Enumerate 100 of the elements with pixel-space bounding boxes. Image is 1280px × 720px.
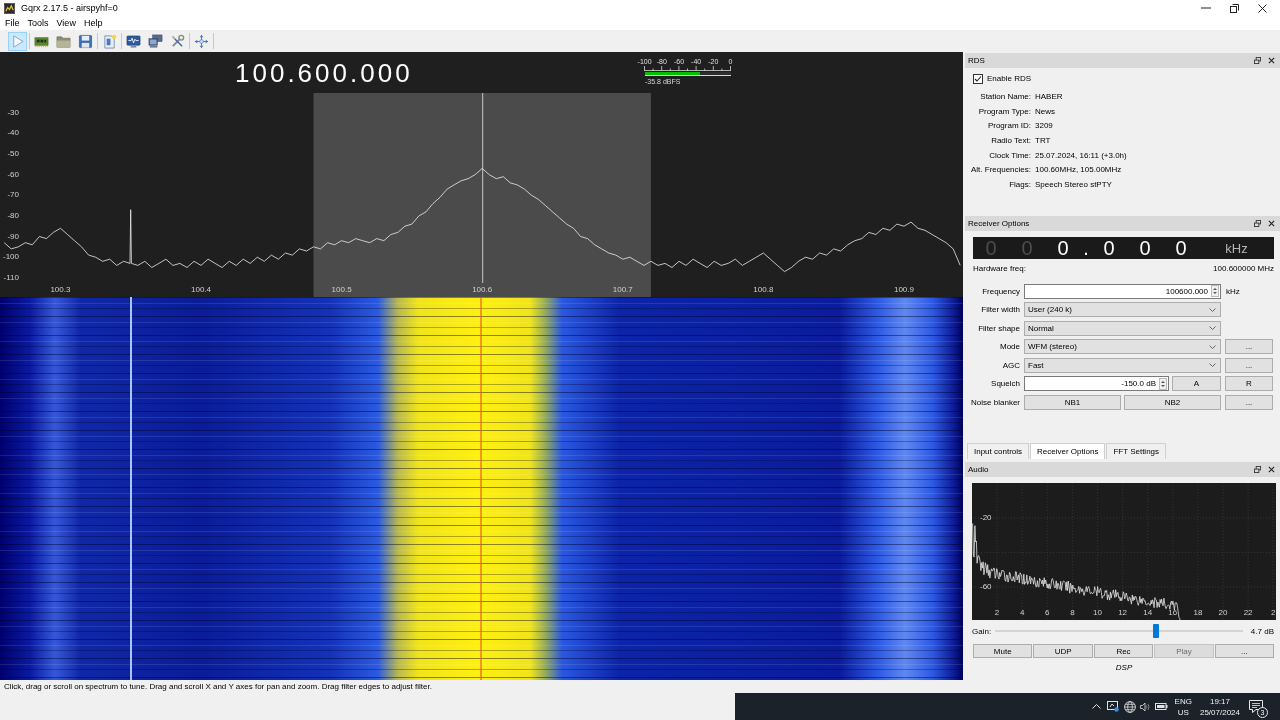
axis-label: 100.3	[50, 285, 71, 295]
monitor-icon[interactable]	[1106, 701, 1119, 712]
field-label: Filter shape	[978, 323, 1020, 333]
float-icon[interactable]	[1254, 466, 1261, 473]
dropdown[interactable]: User (240 k)	[1024, 302, 1221, 317]
axis-label: 20	[1218, 608, 1228, 618]
window-title: Gqrx 2.17.5 - airspyhf=0	[21, 3, 118, 13]
axis-label: 10	[1093, 608, 1102, 618]
spin-box[interactable]: -150.0 dB	[1024, 376, 1169, 391]
button[interactable]: ...	[1214, 644, 1275, 658]
axis-label: 16	[1168, 608, 1178, 618]
dropdown[interactable]: Normal	[1024, 320, 1221, 336]
spinner-arrows-icon[interactable]	[1159, 377, 1167, 390]
field-value: 100.600000 MHz	[1213, 263, 1274, 273]
frequency-digit[interactable]: 0	[1163, 237, 1199, 259]
chevron-up-icon[interactable]	[1091, 704, 1101, 709]
spin-box[interactable]: 100600.000	[1024, 283, 1221, 299]
axis-label: 2	[994, 608, 1000, 618]
unit-label: kHz	[1224, 240, 1249, 256]
field-value: News	[1035, 106, 1055, 116]
chevron-down-icon	[1209, 326, 1216, 330]
axis-label: 100.4	[191, 285, 212, 295]
restore-icon[interactable]	[1230, 3, 1239, 13]
checkbox[interactable]	[973, 73, 983, 84]
button[interactable]: ...	[1225, 357, 1273, 373]
region-indicator[interactable]: US	[1177, 706, 1189, 718]
dock-title: Audio	[968, 465, 989, 474]
axis-label: -20	[980, 513, 992, 523]
unit-label: kHz	[1225, 286, 1240, 296]
dropdown[interactable]: Fast	[1024, 357, 1221, 373]
tick-marks-icon	[644, 66, 732, 71]
clock-date[interactable]: 25/07/2024	[1199, 706, 1240, 718]
slider-thumb[interactable]	[1153, 624, 1160, 638]
frequency-digit[interactable]: .	[1081, 237, 1091, 259]
clock-time[interactable]: 19:17	[1209, 695, 1230, 707]
field-label: Radio Text:	[991, 135, 1031, 145]
document-icon	[102, 33, 117, 49]
button[interactable]: NB2	[1124, 394, 1221, 410]
speaker-icon[interactable]	[1139, 701, 1150, 712]
language-indicator[interactable]: ENG	[1174, 695, 1192, 707]
waterfall-display[interactable]	[0, 297, 963, 680]
button[interactable]: A	[1172, 376, 1221, 391]
field-label: Flags:	[1009, 179, 1031, 189]
globe-icon[interactable]	[1123, 700, 1136, 713]
tools-icon	[170, 33, 185, 49]
close-icon[interactable]	[1268, 220, 1275, 227]
axis-label: -40	[6, 128, 19, 139]
spinner-arrows-icon[interactable]	[1211, 285, 1219, 297]
field-label: Filter width	[981, 305, 1020, 314]
menu-item[interactable]: Help	[83, 18, 103, 28]
field-label: Hardware freq:	[973, 263, 1026, 273]
slider-value: 4.7 dB	[1250, 626, 1274, 636]
tab[interactable]: Input controls	[967, 443, 1030, 459]
axis-label: -60	[980, 582, 992, 592]
field-label: Squelch	[991, 379, 1020, 388]
button[interactable]: ...	[1225, 339, 1273, 354]
button[interactable]: ...	[1225, 394, 1273, 410]
float-icon[interactable]	[1254, 57, 1261, 64]
field-value: 100.60MHz, 105.00MHz	[1035, 165, 1122, 175]
button[interactable]: UDP	[1033, 644, 1093, 658]
toolbar-button[interactable]	[146, 31, 165, 51]
field-label: Program ID:	[987, 121, 1031, 131]
field-label: Noise blanker	[971, 397, 1020, 407]
axis-label: -100	[2, 252, 19, 263]
button[interactable]: NB1	[1024, 394, 1121, 410]
close-icon[interactable]	[1268, 466, 1275, 473]
close-icon[interactable]	[1268, 57, 1275, 64]
axis-label: -30	[6, 107, 19, 118]
battery-icon[interactable]	[1154, 703, 1168, 710]
axis-label: 100.7	[612, 285, 633, 295]
axis-label: 100.5	[331, 285, 352, 295]
float-icon[interactable]	[1254, 220, 1261, 227]
axis-label: 2	[1270, 608, 1276, 618]
frequency-digit[interactable]: 0	[1045, 237, 1081, 259]
play-icon	[10, 33, 25, 49]
axis-label: -60	[6, 169, 19, 180]
chevron-down-icon	[1209, 363, 1216, 367]
button[interactable]: R	[1225, 376, 1273, 391]
tab[interactable]: Receiver Options	[1030, 443, 1106, 459]
field-label: Station Name:	[980, 91, 1031, 101]
frequency-digit[interactable]: 0	[1127, 237, 1163, 259]
field-label: Alt. Frequencies:	[970, 165, 1031, 175]
axis-label: 22	[1243, 608, 1253, 618]
axis-label: 6	[1045, 608, 1050, 618]
field-value: 25.07.2024, 16:11 (+3.0h)	[1035, 150, 1127, 160]
button[interactable]: Mute	[973, 644, 1033, 658]
button[interactable]: Rec	[1093, 644, 1154, 658]
menu-item[interactable]: Tools	[27, 18, 49, 28]
notification-icon[interactable]	[1249, 699, 1263, 713]
checkbox-label[interactable]: Enable RDS	[987, 74, 1032, 83]
tab[interactable]: FFT Settings	[1106, 443, 1167, 459]
menu-item[interactable]: File	[5, 18, 20, 28]
axis-label: -80	[6, 210, 19, 221]
axis-label: 100.6	[472, 285, 493, 295]
dropdown[interactable]: WFM (stereo)	[1024, 339, 1221, 354]
frequency-digit[interactable]: 0	[1091, 237, 1127, 259]
close-icon[interactable]	[1258, 3, 1267, 13]
menu-item[interactable]: View	[56, 18, 76, 28]
chevron-down-icon	[1209, 307, 1216, 312]
section-caption: DSP	[1115, 662, 1133, 674]
